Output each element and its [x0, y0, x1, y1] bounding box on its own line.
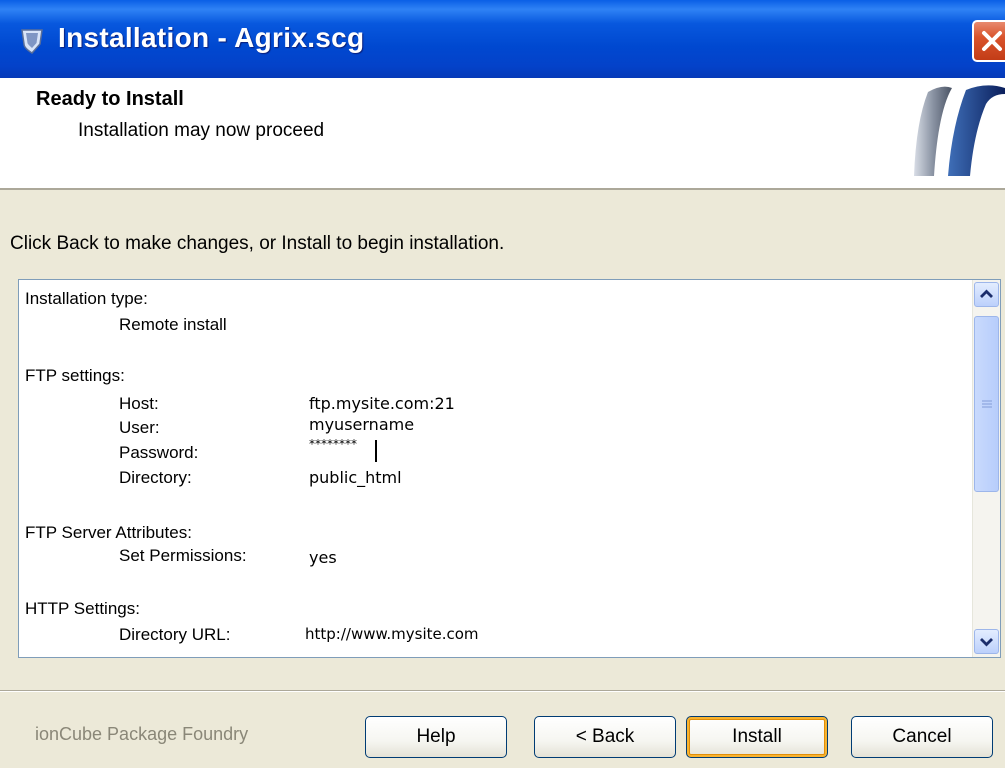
http-settings-label: HTTP Settings: — [25, 599, 140, 618]
installation-type-value: Remote install — [119, 315, 227, 334]
user-value: myusername — [309, 415, 415, 434]
directory-url-value: http://www.mysite.com — [305, 625, 479, 643]
password-label: Password: — [119, 443, 199, 462]
directory-label: Directory: — [119, 468, 192, 487]
host-label: Host: — [119, 394, 159, 413]
user-label: User: — [119, 418, 160, 437]
close-icon — [982, 31, 1002, 51]
instruction-text: Click Back to make changes, or Install t… — [10, 233, 505, 254]
vertical-scrollbar[interactable] — [972, 280, 1000, 657]
page-subtitle: Installation may now proceed — [78, 120, 325, 141]
scroll-thumb[interactable] — [974, 316, 999, 492]
help-button[interactable]: Help — [365, 716, 507, 758]
installer-window: Installation - Agrix.scg Ready to Instal… — [0, 0, 1005, 768]
host-value: ftp.mysite.com:21 — [309, 394, 455, 413]
scroll-down-button[interactable] — [974, 629, 999, 654]
cancel-button[interactable]: Cancel — [851, 716, 993, 758]
app-icon — [21, 29, 43, 54]
ftp-server-attributes-label: FTP Server Attributes: — [25, 523, 192, 542]
installation-type-label: Installation type: — [25, 289, 148, 308]
chevron-down-icon — [980, 638, 993, 647]
page-title: Ready to Install — [36, 88, 184, 110]
set-permissions-label: Set Permissions: — [119, 546, 247, 565]
back-button[interactable]: < Back — [534, 716, 676, 758]
ioncube-logo-icon — [914, 85, 1005, 176]
brand-label: ionCube Package Foundry — [35, 724, 249, 744]
directory-url-label: Directory URL: — [119, 625, 231, 644]
title-bar[interactable]: Installation - Agrix.scg — [0, 0, 1005, 78]
window-title: Installation - Agrix.scg — [58, 22, 365, 53]
scroll-up-button[interactable] — [974, 282, 999, 307]
scroll-grip-icon — [982, 400, 992, 408]
chevron-up-icon — [980, 289, 993, 298]
close-button[interactable] — [972, 20, 1005, 62]
install-button[interactable]: Install — [686, 716, 828, 758]
password-value: ******** — [309, 437, 357, 451]
install-summary-box[interactable]: Installation type: Remote install FTP se… — [18, 279, 1001, 658]
ftp-settings-label: FTP settings: — [25, 366, 125, 385]
directory-value: public_html — [309, 468, 402, 487]
set-permissions-value: yes — [309, 548, 337, 567]
footer-divider — [0, 690, 1005, 692]
text-cursor — [375, 440, 377, 462]
